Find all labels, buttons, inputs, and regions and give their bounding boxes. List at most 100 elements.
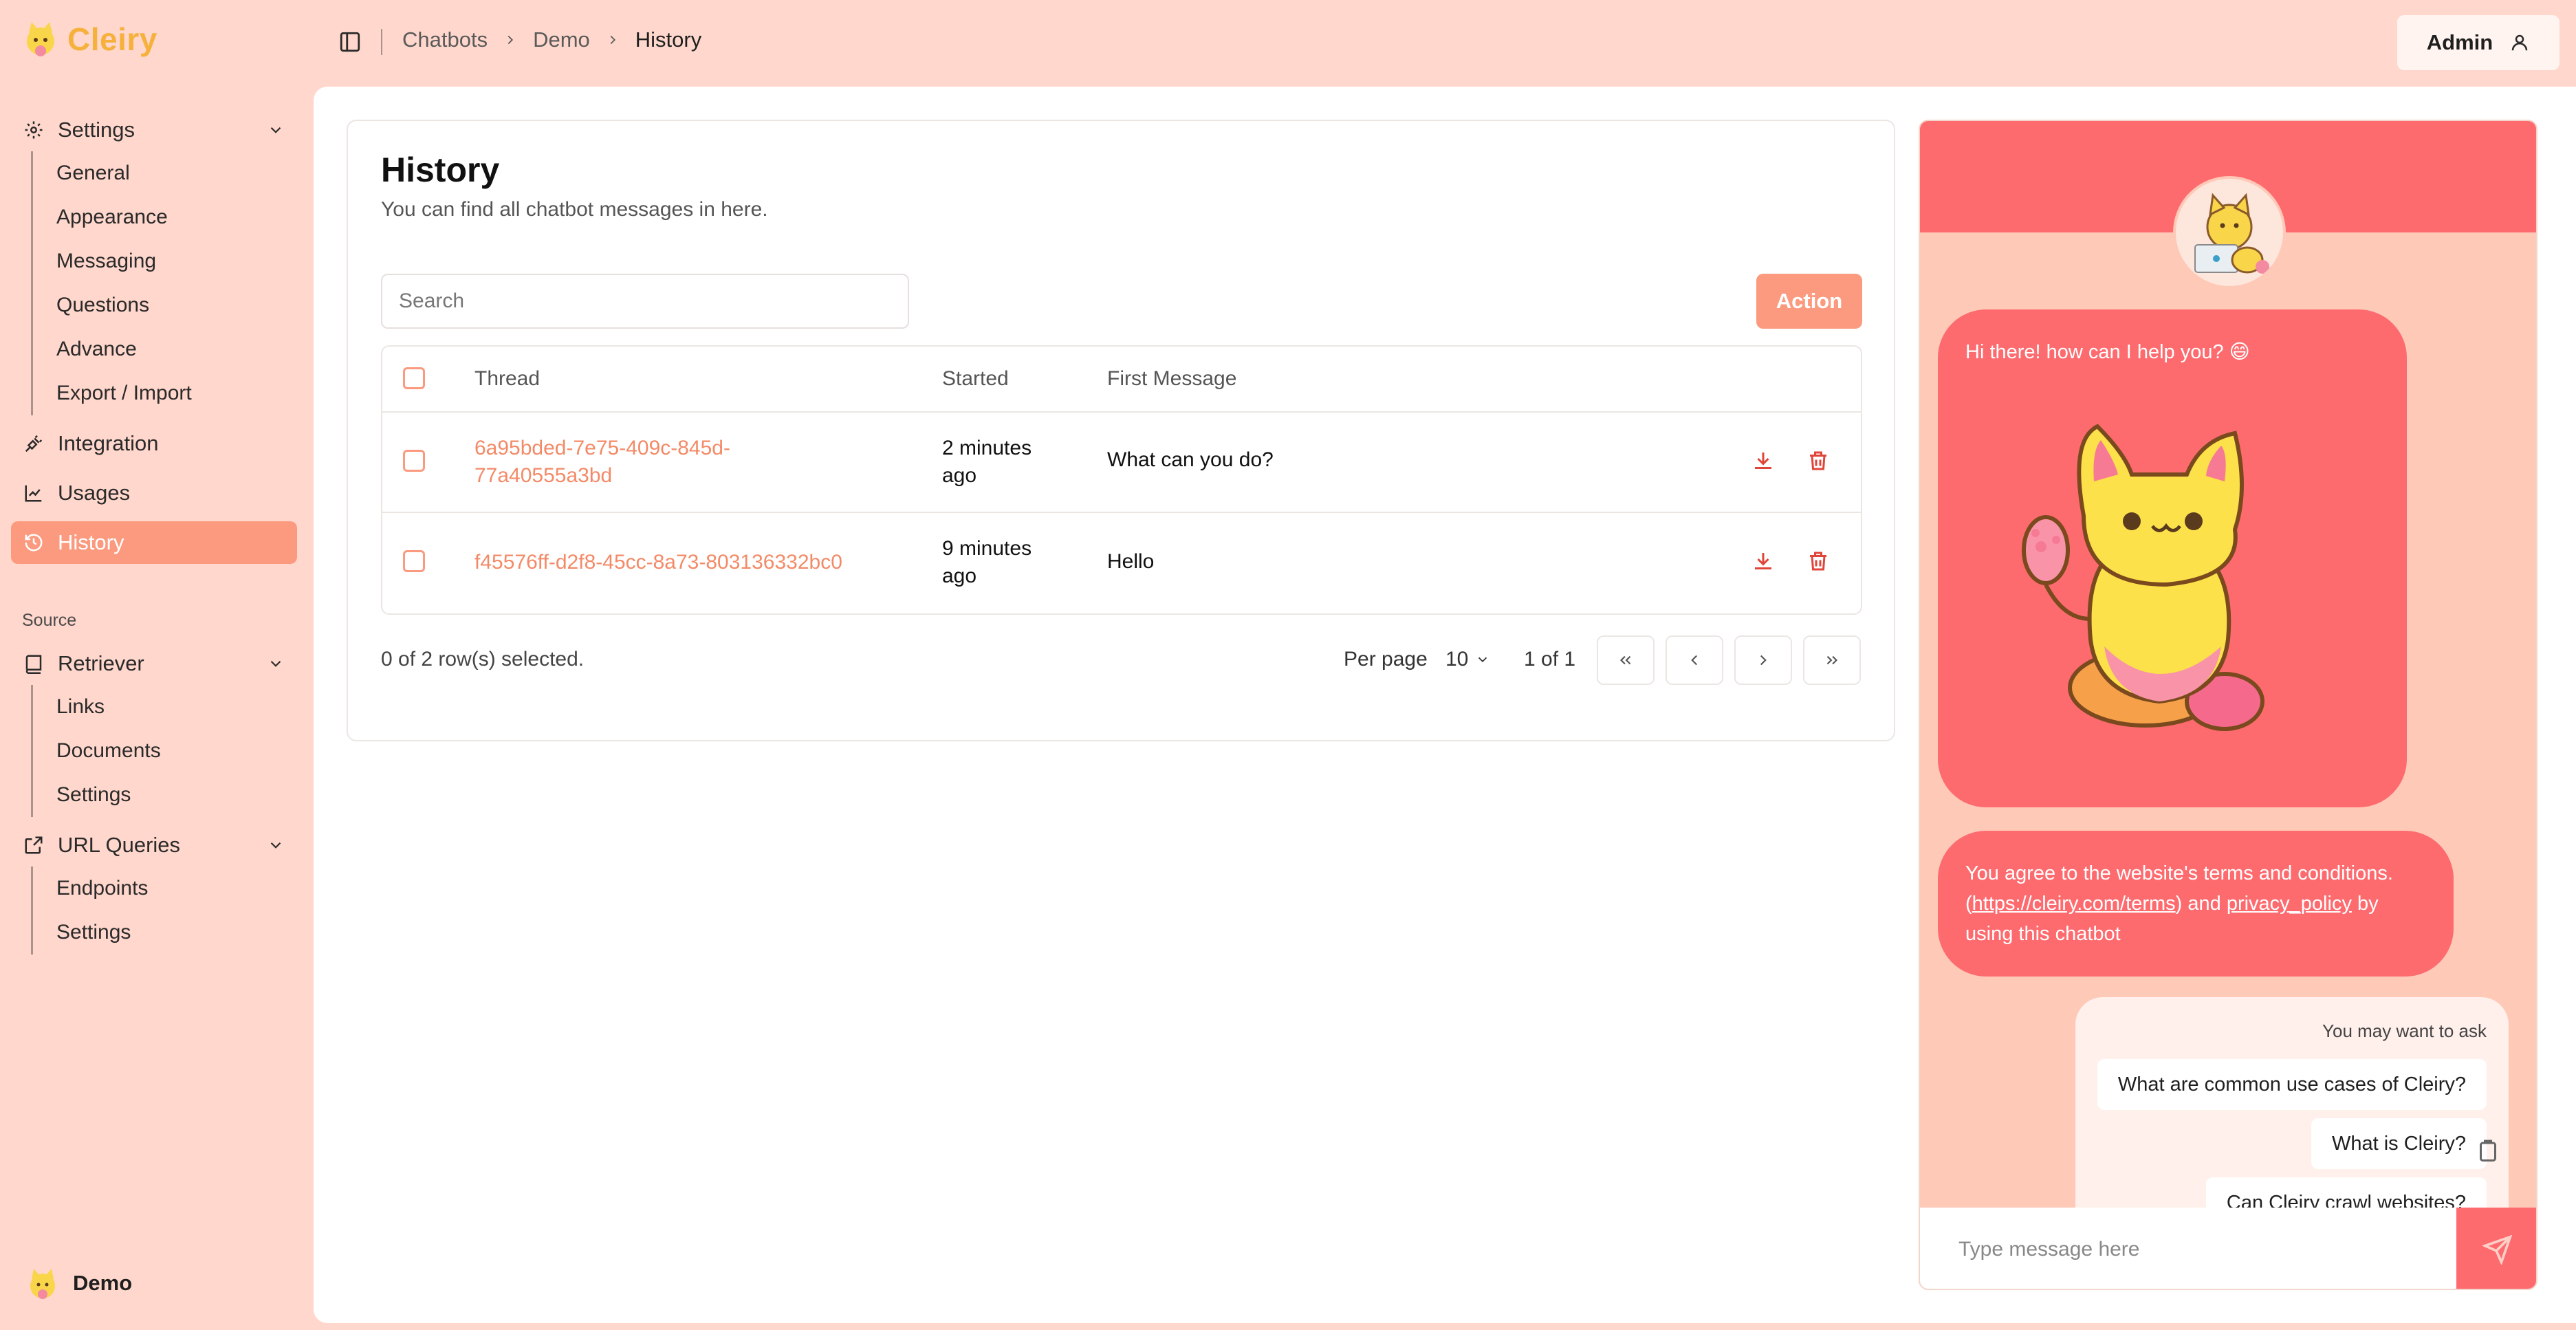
- bot-name: Demo: [73, 1271, 133, 1295]
- started-time: 2 minutes ago: [942, 437, 1032, 487]
- chevron-down-icon: [1478, 657, 1487, 663]
- previous-page-button[interactable]: [1666, 635, 1723, 685]
- clear-chat-button[interactable]: [2476, 1139, 2500, 1164]
- delete-button[interactable]: [1806, 448, 1831, 473]
- sidebar-subitem-questions[interactable]: Questions: [33, 283, 192, 327]
- history-card: History You can find all chatbot message…: [347, 120, 1895, 741]
- selection-count: 0 of 2 row(s) selected.: [381, 648, 585, 671]
- app-name: Cleiry: [67, 21, 157, 57]
- chevron-down-icon[interactable]: [267, 121, 285, 139]
- chevrons-left-icon: [1619, 655, 1631, 665]
- send-button[interactable]: [2456, 1208, 2536, 1289]
- sidebar-subitem-appearance[interactable]: Appearance: [33, 195, 192, 239]
- sidebar-item-label: Retriever: [58, 651, 144, 675]
- first-page-button[interactable]: [1597, 635, 1655, 685]
- sidebar-subitem-messaging[interactable]: Messaging: [33, 239, 192, 283]
- url-queries-submenu: Endpoints Settings: [31, 866, 148, 955]
- download-button[interactable]: [1751, 448, 1776, 473]
- table-header: Thread Started First Message: [382, 347, 1861, 413]
- action-button[interactable]: Action: [1756, 274, 1862, 329]
- breadcrumb-demo[interactable]: Demo: [533, 28, 590, 52]
- page-description: You can find all chatbot messages in her…: [381, 198, 768, 221]
- sidebar-item-settings[interactable]: Settings: [11, 109, 297, 151]
- chart-icon: [25, 485, 42, 502]
- breadcrumb-history: History: [635, 28, 702, 52]
- started-time: 9 minutes ago: [942, 537, 1032, 587]
- download-icon: [1755, 553, 1771, 569]
- chevron-left-icon: [1691, 655, 1698, 666]
- app-logo[interactable]: Cleiry: [21, 19, 157, 59]
- sidebar-item-history[interactable]: History: [11, 521, 297, 564]
- retriever-submenu: Links Documents Settings: [31, 685, 161, 817]
- chevron-down-icon[interactable]: [267, 655, 285, 673]
- row-checkbox[interactable]: [403, 450, 425, 472]
- breadcrumb: Chatbots Demo History: [402, 28, 701, 52]
- chat-avatar: [2173, 176, 2286, 289]
- chevron-down-icon[interactable]: [267, 836, 285, 854]
- cat-laptop-avatar-icon: [2194, 193, 2269, 274]
- cleiry-mascot-icon: [27, 22, 54, 56]
- sidebar-subitem-general[interactable]: General: [33, 151, 192, 195]
- trash-icon: [1810, 552, 1826, 571]
- sidebar-subitem-export-import[interactable]: Export / Import: [33, 371, 192, 415]
- suggestion-chip[interactable]: What are common use cases of Cleiry?: [2097, 1059, 2487, 1110]
- trash-icon: [1810, 451, 1826, 470]
- sidebar-toggle-button[interactable]: [338, 30, 362, 54]
- last-page-button[interactable]: [1803, 635, 1861, 685]
- sidebar-subitem-url-settings[interactable]: Settings: [33, 911, 148, 955]
- sidebar-item-label: URL Queries: [58, 833, 181, 857]
- search-input[interactable]: [381, 274, 909, 329]
- sidebar-item-integration[interactable]: Integration: [11, 422, 297, 465]
- delete-button[interactable]: [1806, 549, 1831, 574]
- per-page-select[interactable]: 10: [1445, 648, 1490, 671]
- table-row[interactable]: f45576ff-d2f8-45cc-8a73-803136332bc0 9 m…: [382, 514, 1861, 615]
- terms-link[interactable]: https://cleiry.com/terms: [1972, 893, 2176, 915]
- sidebar-item-label: History: [58, 530, 124, 554]
- sidebar-item-label: Usages: [58, 481, 131, 505]
- suggestion-chip[interactable]: What is Cleiry?: [2311, 1118, 2487, 1169]
- page-title: History: [381, 151, 500, 189]
- table-row[interactable]: 6a95bded-7e75-409c-845d-77a40555a3bd 2 m…: [382, 413, 1861, 513]
- select-all-checkbox[interactable]: [403, 367, 425, 389]
- clipboard-icon: [2480, 1140, 2496, 1162]
- sidebar-subitem-links[interactable]: Links: [33, 685, 161, 729]
- first-message: What can you do?: [1107, 448, 1274, 471]
- section-label-source: Source: [22, 611, 77, 630]
- user-menu-button[interactable]: Admin: [2397, 15, 2559, 70]
- column-header-thread[interactable]: Thread: [474, 367, 540, 391]
- row-checkbox[interactable]: [403, 550, 425, 572]
- page-info: 1 of 1: [1524, 648, 1576, 671]
- column-header-first-message[interactable]: First Message: [1107, 367, 1236, 391]
- sidebar-subitem-retriever-settings[interactable]: Settings: [33, 773, 161, 817]
- thread-link[interactable]: f45576ff-d2f8-45cc-8a73-803136332bc0: [474, 549, 915, 576]
- sidebar-subitem-advance[interactable]: Advance: [33, 327, 192, 371]
- sidebar-subitem-endpoints[interactable]: Endpoints: [33, 866, 148, 911]
- terms-middle: ) and: [2175, 893, 2227, 915]
- sidebar-item-label: Settings: [58, 118, 135, 142]
- history-table: Thread Started First Message 6a95bded-7e…: [381, 345, 1862, 615]
- history-icon: [25, 534, 43, 552]
- chat-widget-preview: Hi there! how can I help you? 😄 You agre…: [1919, 120, 2537, 1290]
- privacy-policy-link[interactable]: privacy_policy: [2227, 893, 2352, 915]
- chat-message-input[interactable]: [1938, 1208, 2470, 1289]
- download-button[interactable]: [1751, 549, 1776, 574]
- breadcrumb-chatbots[interactable]: Chatbots: [402, 28, 488, 52]
- bot-greeting-text: Hi there! how can I help you? 😄: [1965, 341, 2250, 363]
- download-icon: [1755, 453, 1771, 469]
- sidebar-subitem-documents[interactable]: Documents: [33, 729, 161, 773]
- chevrons-right-icon: [1826, 655, 1838, 665]
- thread-link[interactable]: 6a95bded-7e75-409c-845d-77a40555a3bd: [474, 435, 798, 490]
- chevron-right-icon: [507, 35, 514, 45]
- current-bot[interactable]: Demo: [25, 1265, 132, 1301]
- plug-icon: [25, 435, 43, 453]
- user-icon: [2511, 34, 2528, 51]
- suggested-questions-label: You may want to ask: [2322, 1021, 2487, 1041]
- send-icon: [2482, 1234, 2513, 1265]
- sidebar-item-usages[interactable]: Usages: [11, 472, 297, 514]
- per-page-value: 10: [1445, 648, 1469, 671]
- first-message: Hello: [1107, 550, 1155, 573]
- next-page-button[interactable]: [1734, 635, 1792, 685]
- sidebar-item-retriever[interactable]: Retriever: [11, 642, 297, 685]
- sidebar-item-url-queries[interactable]: URL Queries: [11, 824, 297, 866]
- column-header-started[interactable]: Started: [942, 367, 1009, 391]
